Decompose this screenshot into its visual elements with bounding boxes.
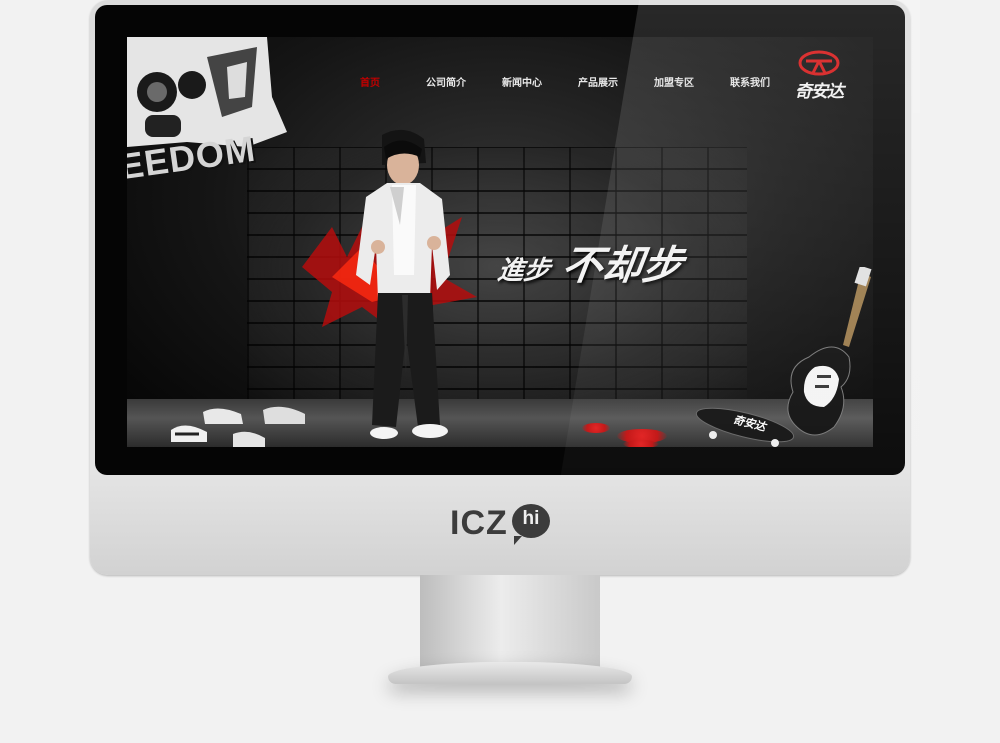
hero-slogan: 進步 不却步 <box>495 233 687 291</box>
monitor-stand-neck <box>420 575 600 670</box>
nav-item-label: 联系我们 <box>730 78 770 89</box>
stage: EEDOM 首页 公司简介 新闻中心 产品展示 加盟专区 联系我们 奇安达 進步… <box>0 0 1000 743</box>
brand-emblem-icon <box>798 50 840 76</box>
nav-item-home[interactable]: 首页 <box>332 73 408 95</box>
monitor-stand-base <box>388 662 632 684</box>
nav-item-about[interactable]: 公司简介 <box>408 73 484 95</box>
model-person-image <box>356 129 450 439</box>
nav-item-franchise[interactable]: 加盟专区 <box>636 73 712 95</box>
sneakers-image <box>171 406 305 447</box>
slogan-right: 不却步 <box>559 243 686 289</box>
nav-item-label: 产品展示 <box>578 78 618 89</box>
nav-item-label: 加盟专区 <box>654 78 694 89</box>
paint-splat <box>623 440 659 447</box>
screen-bezel: EEDOM 首页 公司简介 新闻中心 产品展示 加盟专区 联系我们 奇安达 進步… <box>95 5 905 475</box>
nav-item-label: 首页 <box>360 78 380 89</box>
nav-item-news[interactable]: 新闻中心 <box>484 73 560 95</box>
website-screen: EEDOM 首页 公司简介 新闻中心 产品展示 加盟专区 联系我们 奇安达 進步… <box>127 37 873 447</box>
nav-item-label: 新闻中心 <box>502 78 542 89</box>
paint-splat <box>582 423 610 433</box>
gasmask-skull-icon <box>127 37 287 147</box>
speech-bubble-icon: hi <box>512 504 550 545</box>
main-nav: 首页 公司简介 新闻中心 产品展示 加盟专区 联系我们 <box>332 73 788 95</box>
chin-logo-letters: ICZ <box>450 504 508 542</box>
monitor: EEDOM 首页 公司简介 新闻中心 产品展示 加盟专区 联系我们 奇安达 進步… <box>90 0 920 575</box>
graffiti-artwork: EEDOM <box>127 37 292 207</box>
slogan-left: 進步 <box>495 256 552 286</box>
monitor-chin-logo: ICZ hi <box>450 500 560 550</box>
nav-item-label: 公司简介 <box>426 78 466 89</box>
nav-item-products[interactable]: 产品展示 <box>560 73 636 95</box>
brand-name: 奇安达 <box>795 82 844 102</box>
nav-item-contact[interactable]: 联系我们 <box>712 73 788 95</box>
chin-bubble-text: hi <box>522 508 540 529</box>
skateboard-image: 奇安达 <box>695 407 795 447</box>
brand-logo[interactable]: 奇安达 <box>784 49 854 102</box>
